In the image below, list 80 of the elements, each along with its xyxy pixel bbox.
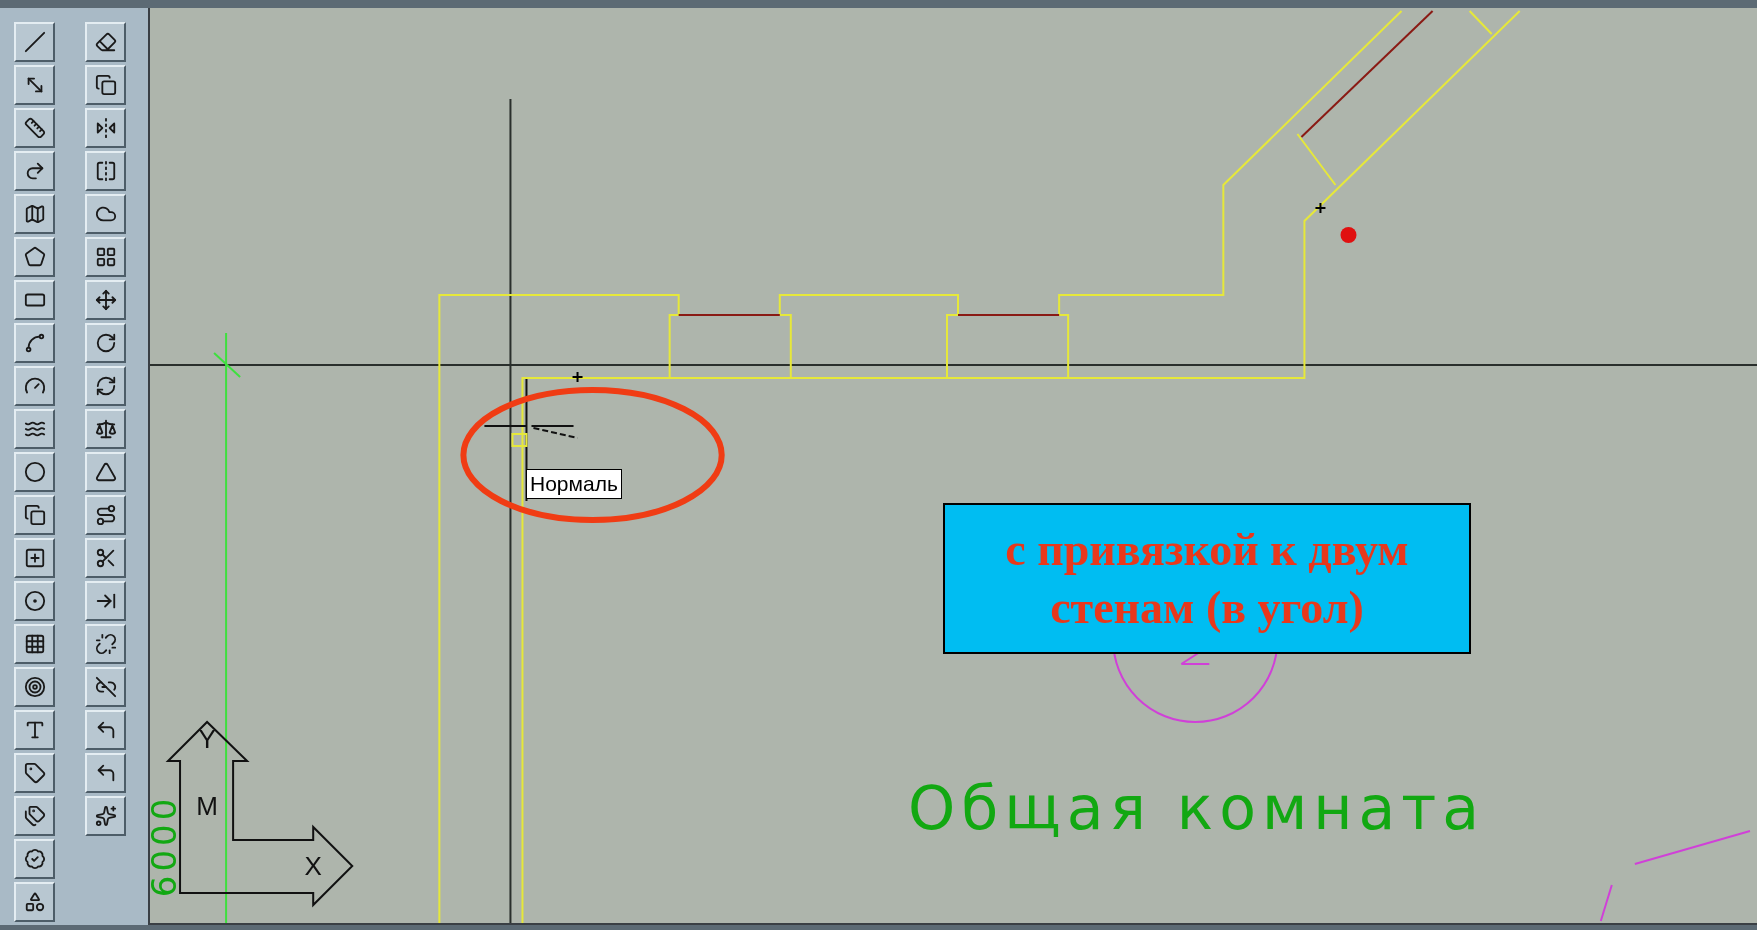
tool-button[interactable] xyxy=(85,538,126,578)
tool-button[interactable] xyxy=(85,624,126,664)
tool-button[interactable] xyxy=(14,409,55,449)
tool-button[interactable] xyxy=(85,151,126,191)
tool-button[interactable] xyxy=(14,22,55,62)
tool-button[interactable] xyxy=(14,495,55,535)
annotation-callout: с привязкой к двум стенам (в угол) xyxy=(943,503,1471,654)
tool-button[interactable] xyxy=(85,237,126,277)
tool-button[interactable] xyxy=(14,624,55,664)
tool-button[interactable] xyxy=(14,194,55,234)
tool-button[interactable] xyxy=(14,366,55,406)
drawing-line xyxy=(1599,884,1613,922)
badge-icon xyxy=(23,848,46,870)
axis-label: M xyxy=(196,791,218,821)
tool-button[interactable] xyxy=(14,796,55,836)
tool-button[interactable] xyxy=(14,452,55,492)
axis-label: Y xyxy=(198,724,216,754)
region-icon xyxy=(23,676,46,698)
refresh-icon xyxy=(94,375,117,397)
shapes-icon xyxy=(23,891,46,913)
hatch-icon xyxy=(23,633,46,655)
ruler-icon xyxy=(23,117,46,139)
tool-button[interactable] xyxy=(14,280,55,320)
tool-button[interactable] xyxy=(85,581,126,621)
rotate-icon xyxy=(94,332,117,354)
pentagon-icon xyxy=(23,246,46,268)
tool-button[interactable] xyxy=(14,538,55,578)
link-off-icon xyxy=(94,676,117,698)
tool-button[interactable] xyxy=(85,65,126,105)
tool-button[interactable] xyxy=(14,581,55,621)
room-label: Общая комната xyxy=(907,773,1486,843)
marker-dot xyxy=(1340,227,1357,243)
triangle-icon xyxy=(94,461,117,483)
tool-button[interactable] xyxy=(85,280,126,320)
map-icon xyxy=(23,203,46,225)
flip-icon xyxy=(94,160,117,182)
tool-button[interactable] xyxy=(85,409,126,449)
route-icon xyxy=(94,504,117,526)
tool-button[interactable] xyxy=(14,237,55,277)
square-plus-icon xyxy=(23,547,46,569)
tool-button[interactable] xyxy=(14,753,55,793)
tool-button[interactable] xyxy=(14,667,55,707)
tool-button[interactable] xyxy=(85,323,126,363)
unlink-icon xyxy=(94,633,117,655)
snap-marker-icon xyxy=(1314,202,1327,214)
tag-icon xyxy=(23,762,46,784)
dimension-text: 6000 xyxy=(150,794,185,898)
tool-button[interactable] xyxy=(14,151,55,191)
scissors-icon xyxy=(94,547,117,569)
copy-icon xyxy=(94,74,117,96)
grid-icon xyxy=(94,246,117,268)
tool-button[interactable] xyxy=(85,22,126,62)
axis-label: X xyxy=(304,851,322,881)
tool-button[interactable] xyxy=(85,108,126,148)
sparkles-icon xyxy=(94,805,117,827)
tool-button[interactable] xyxy=(14,323,55,363)
tool-button[interactable] xyxy=(14,882,55,922)
mirror-icon xyxy=(94,117,117,139)
tool-button[interactable] xyxy=(85,667,126,707)
tool-button[interactable] xyxy=(85,710,126,750)
move-icon xyxy=(94,289,117,311)
tags-icon xyxy=(23,805,46,827)
tool-button[interactable] xyxy=(14,839,55,879)
line-icon xyxy=(23,31,46,53)
eraser-icon xyxy=(94,31,117,53)
tool-button[interactable] xyxy=(14,108,55,148)
tooltip: Нормаль xyxy=(526,469,622,499)
tool-button[interactable] xyxy=(14,65,55,105)
block-icon xyxy=(23,504,46,526)
tool-button[interactable] xyxy=(85,194,126,234)
arc-icon xyxy=(23,332,46,354)
point-icon xyxy=(23,590,46,612)
tool-button[interactable] xyxy=(14,710,55,750)
scale-icon xyxy=(94,418,117,440)
tool-button[interactable] xyxy=(85,796,126,836)
tool-button[interactable] xyxy=(85,495,126,535)
tool-button[interactable] xyxy=(85,452,126,492)
tool-button[interactable] xyxy=(85,753,126,793)
snap-marker-icon xyxy=(571,371,584,383)
tool-button[interactable] xyxy=(85,366,126,406)
